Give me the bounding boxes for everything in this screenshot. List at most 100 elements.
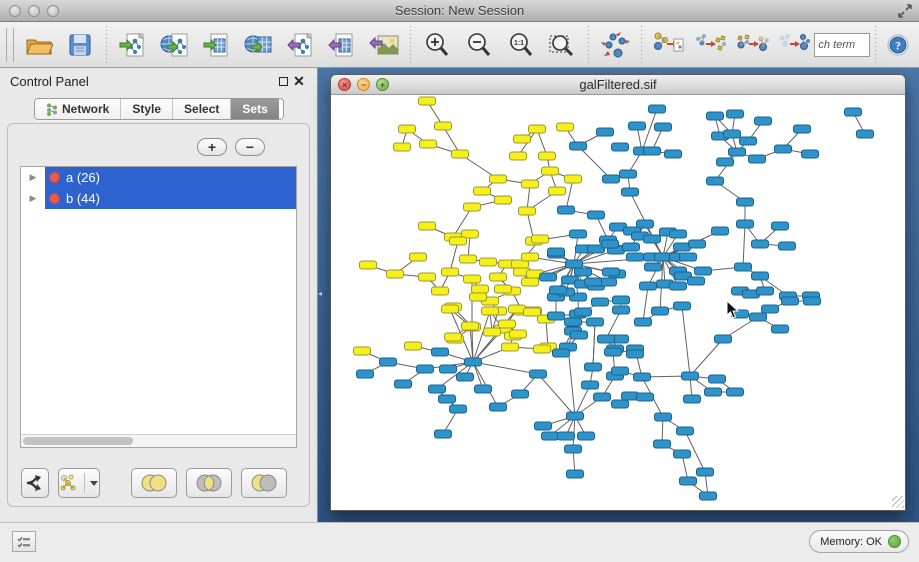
graph-node[interactable] [772,325,789,333]
graph-node[interactable] [495,196,512,204]
graph-node[interactable] [502,343,519,351]
graph-node[interactable] [440,365,457,373]
horizontal-scrollbar[interactable] [21,434,296,447]
graph-node[interactable] [640,282,657,290]
graph-node[interactable] [482,307,499,315]
expander-icon[interactable]: ▶ [21,172,45,183]
graph-node[interactable] [567,470,584,478]
graph-node[interactable] [603,268,620,276]
graph-node[interactable] [620,170,637,178]
graph-node[interactable] [522,278,539,286]
chevron-down-icon[interactable] [90,481,98,486]
graph-node[interactable] [700,492,717,500]
graph-node[interactable] [587,318,604,326]
tab-select[interactable]: Select [173,99,231,119]
network-window-titlebar[interactable]: × − + galFiltered.sif [331,75,905,95]
graph-node[interactable] [405,342,422,350]
graph-node[interactable] [472,285,489,293]
graph-node[interactable] [460,255,477,263]
graph-node[interactable] [649,105,666,113]
apply-layout-button[interactable] [594,25,636,65]
graph-node[interactable] [750,313,767,321]
graph-node[interactable] [442,305,459,313]
graph-node[interactable] [529,125,546,133]
graph-node[interactable] [452,150,469,158]
graph-node[interactable] [585,278,602,286]
graph-node[interactable] [597,128,614,136]
graph-node[interactable] [635,318,652,326]
graph-node[interactable] [612,143,629,151]
graph-node[interactable] [627,253,644,261]
graph-node[interactable] [432,348,449,356]
graph-node[interactable] [442,268,459,276]
graph-node[interactable] [655,413,672,421]
graph-node[interactable] [682,372,699,380]
graph-node[interactable] [522,253,539,261]
maximize-view-icon[interactable]: + [376,78,389,91]
save-session-button[interactable] [60,25,102,65]
graph-node[interactable] [542,167,559,175]
graph-node[interactable] [585,363,602,371]
graph-node[interactable] [857,130,874,138]
graph-node[interactable] [695,267,712,275]
graph-node[interactable] [419,273,436,281]
graph-node[interactable] [475,385,492,393]
graph-node[interactable] [410,253,427,261]
float-panel-icon[interactable] [275,74,291,90]
export-image-button[interactable] [363,25,405,65]
minimize-view-icon[interactable]: − [357,78,370,91]
graph-node[interactable] [480,258,497,266]
graph-node[interactable] [470,293,487,301]
graph-node[interactable] [457,373,474,381]
new-network-from-selection-button[interactable] [647,25,689,65]
graph-node[interactable] [602,240,619,248]
graph-node[interactable] [782,297,799,305]
graph-node[interactable] [450,405,467,413]
resize-grip[interactable] [892,496,904,508]
graph-node[interactable] [565,445,582,453]
graph-node[interactable] [499,320,516,328]
graph-node[interactable] [567,412,584,420]
create-set-from-network-button[interactable] [58,468,101,498]
graph-node[interactable] [490,403,507,411]
zoom-window-icon[interactable] [47,5,59,17]
graph-node[interactable] [387,270,404,278]
graph-node[interactable] [548,248,565,256]
graph-node[interactable] [755,117,772,125]
zoom-out-button[interactable] [458,25,500,65]
zoom-in-button[interactable] [416,25,458,65]
export-table-button[interactable] [321,25,363,65]
graph-node[interactable] [712,227,729,235]
graph-node[interactable] [674,302,691,310]
graph-node[interactable] [779,242,796,250]
graph-node[interactable] [495,285,512,293]
graph-node[interactable] [732,310,749,318]
graph-node[interactable] [557,123,574,131]
graph-node[interactable] [571,331,588,339]
graph-node[interactable] [709,375,726,383]
import-table-file-button[interactable] [196,25,238,65]
graph-node[interactable] [644,235,661,243]
graph-node[interactable] [558,432,575,440]
import-network-file-button[interactable] [112,25,154,65]
tab-style[interactable]: Style [121,99,173,119]
graph-node[interactable] [612,367,629,375]
graph-node[interactable] [512,390,529,398]
graph-node[interactable] [394,143,411,151]
new-network-first-neighbors-button[interactable] [731,25,773,65]
graph-node[interactable] [465,358,482,366]
graph-node[interactable] [737,198,754,206]
graph-node[interactable] [429,385,446,393]
graph-node[interactable] [622,392,639,400]
graph-node[interactable] [582,381,599,389]
graph-node[interactable] [464,203,481,211]
graph-node[interactable] [540,273,557,281]
graph-node[interactable] [566,260,583,268]
graph-node[interactable] [613,306,630,314]
close-window-icon[interactable] [9,5,21,17]
graph-node[interactable] [674,450,691,458]
expander-icon[interactable]: ▶ [21,193,45,204]
graph-node[interactable] [674,243,691,251]
list-item[interactable]: ▶ b (44) [21,188,296,209]
graph-node[interactable] [655,253,672,261]
